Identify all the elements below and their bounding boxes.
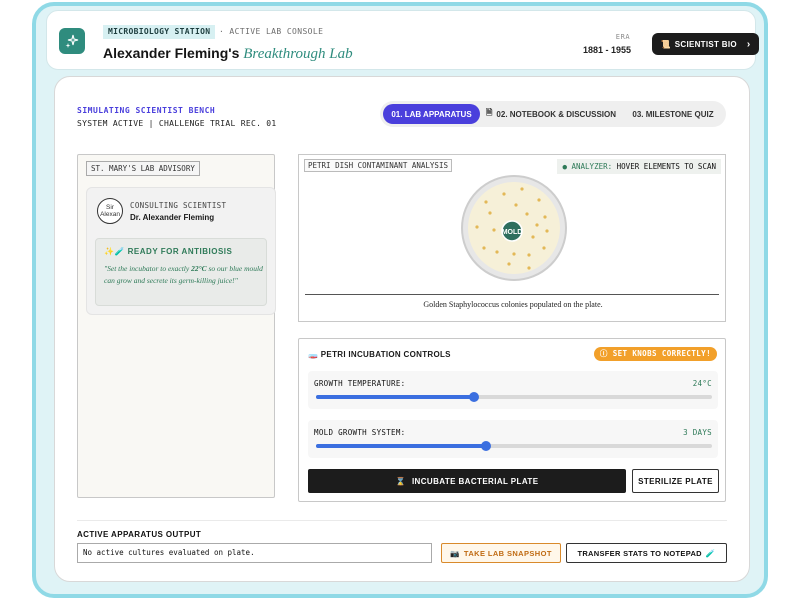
- temperature-slider-card: GROWTH TEMPERATURE: 24°C: [308, 371, 718, 409]
- analyzer-value: HOVER ELEMENTS TO SCAN: [616, 162, 716, 171]
- tab-milestone-quiz-label: 03. MILESTONE QUIZ: [632, 109, 714, 119]
- advisory-panel: ST. MARY'S LAB ADVISORY Sir Alexan CONSU…: [77, 154, 276, 498]
- app-header: MICROBIOLOGY STATION · ACTIVE LAB CONSOL…: [46, 10, 759, 70]
- incubate-plate-label: INCUBATE BACTERIAL PLATE: [411, 476, 539, 486]
- quote-temperature: 22°C: [191, 264, 207, 273]
- era-value: 1881 - 1955: [582, 45, 632, 55]
- apparatus-output-field[interactable]: No active cultures evaluated on plate.: [77, 543, 432, 563]
- ready-title-text: READY FOR ANTIBIOSIS: [127, 247, 233, 256]
- era-label: ERA: [615, 33, 631, 41]
- info-icon: ⓘ: [599, 349, 608, 358]
- tab-notebook-discussion[interactable]: 🗎 02. NOTEBOOK & DISCUSSION: [484, 104, 618, 124]
- consultant-role: CONSULTING SCIENTIST: [130, 201, 227, 210]
- temperature-slider-thumb[interactable]: [469, 392, 480, 402]
- advisor-quote: "Set the incubator to exactly 22°C so ou…: [104, 263, 264, 287]
- section-divider: [77, 520, 727, 521]
- avatar: Sir Alexan: [97, 198, 123, 224]
- mold-growth-slider-thumb[interactable]: [481, 441, 492, 451]
- temperature-slider[interactable]: [316, 392, 712, 402]
- page-title-accent: Breakthrough Lab: [243, 46, 353, 62]
- output-title: ACTIVE APPARATUS OUTPUT: [77, 530, 202, 539]
- incubation-controls-panel: 🧫 PETRI INCUBATION CONTROLS ⓘ SET KNOBS …: [298, 338, 726, 502]
- analyzer-status: ● ANALYZER: HOVER ELEMENTS TO SCAN: [557, 159, 721, 174]
- status-badge-text: SET KNOBS CORRECTLY!: [612, 349, 711, 358]
- petri-caption: Golden Staphylococcus colonies populated…: [423, 300, 603, 309]
- petri-label: PETRI DISH CONTAMINANT ANALYSIS: [304, 159, 452, 172]
- station-badge: MICROBIOLOGY STATION: [103, 25, 216, 39]
- camera-icon: 📷: [450, 548, 460, 558]
- tab-lab-apparatus[interactable]: 01. LAB APPARATUS: [383, 104, 480, 124]
- bench-title: SIMULATING SCIENTIST BENCH: [77, 106, 216, 115]
- mold-label: MOLD: [502, 229, 523, 236]
- app-frame: MICROBIOLOGY STATION · ACTIVE LAB CONSOL…: [32, 2, 768, 598]
- mold-growth-slider-card: MOLD GROWTH SYSTEM: 3 DAYS: [308, 420, 718, 458]
- consultant-name: Dr. Alexander Fleming: [130, 213, 215, 222]
- caption-divider: [305, 294, 719, 295]
- chevron-right-icon: ›: [746, 38, 751, 50]
- page-title-main: Alexander Fleming's: [103, 45, 240, 61]
- transfer-stats-label: TRANSFER STATS TO NOTEPAD: [577, 548, 702, 558]
- tab-bar: 01. LAB APPARATUS 🗎 02. NOTEBOOK & DISCU…: [380, 101, 726, 127]
- scientist-bio-button[interactable]: 📜 SCIENTIST BIO ›: [652, 33, 759, 55]
- temperature-value: 24°C: [692, 379, 712, 388]
- status-dot-icon: ●: [562, 162, 567, 171]
- sparkle-logo-icon: [59, 28, 85, 54]
- avatar-alt-text-line1: Sir: [106, 204, 114, 211]
- bench-subtitle: SYSTEM ACTIVE | CHALLENGE TRIAL REC. 01: [77, 119, 277, 128]
- hourglass-icon: ⌛: [395, 476, 406, 486]
- take-snapshot-label: TAKE LAB SNAPSHOT: [463, 548, 552, 558]
- incubate-plate-button[interactable]: ⌛ INCUBATE BACTERIAL PLATE: [308, 469, 626, 493]
- temperature-slider-fill: [316, 395, 475, 399]
- tab-lab-apparatus-label: 01. LAB APPARATUS: [391, 109, 472, 119]
- petri-dish[interactable]: MOLD: [459, 175, 569, 285]
- avatar-alt-text-line2: Alexan: [100, 211, 120, 218]
- status-badge: ⓘ SET KNOBS CORRECTLY!: [593, 347, 717, 361]
- controls-title: 🧫 PETRI INCUBATION CONTROLS: [308, 350, 451, 359]
- ready-for-antibiosis-box: ✨🧪 READY FOR ANTIBIOSIS "Set the incubat…: [95, 238, 267, 306]
- tab-notebook-discussion-label: 02. NOTEBOOK & DISCUSSION: [496, 109, 616, 119]
- mold-growth-slider[interactable]: [316, 441, 712, 451]
- petri-dish-panel: PETRI DISH CONTAMINANT ANALYSIS ● ANALYZ…: [298, 154, 726, 322]
- document-icon: 🗎: [485, 108, 493, 117]
- transfer-stats-button[interactable]: TRANSFER STATS TO NOTEPAD 🧪: [566, 543, 727, 563]
- test-tube-icon: 🧪: [705, 548, 716, 558]
- temperature-label: GROWTH TEMPERATURE:: [314, 379, 406, 388]
- mold-growth-slider-fill: [316, 444, 487, 448]
- ready-title: ✨🧪 READY FOR ANTIBIOSIS: [104, 247, 232, 256]
- analyzer-key: ANALYZER:: [571, 162, 613, 171]
- take-snapshot-button[interactable]: 📷 TAKE LAB SNAPSHOT: [441, 543, 561, 563]
- scroll-icon: 📜: [660, 39, 671, 49]
- sterilize-plate-button[interactable]: STERILIZE PLATE: [632, 469, 719, 493]
- mold-growth-value: 3 DAYS: [683, 428, 712, 437]
- console-label: · ACTIVE LAB CONSOLE: [219, 27, 324, 36]
- page-title: Alexander Fleming's Breakthrough Lab: [103, 45, 353, 63]
- consulting-scientist-card: Sir Alexan CONSULTING SCIENTIST Dr. Alex…: [86, 187, 276, 315]
- advisory-label: ST. MARY'S LAB ADVISORY: [86, 161, 200, 176]
- mold-growth-label: MOLD GROWTH SYSTEM:: [314, 428, 406, 437]
- lab-console-panel: SIMULATING SCIENTIST BENCH SYSTEM ACTIVE…: [54, 76, 750, 582]
- tab-milestone-quiz[interactable]: 03. MILESTONE QUIZ: [624, 104, 722, 124]
- scientist-bio-label: SCIENTIST BIO: [674, 39, 737, 49]
- controls-title-text: PETRI INCUBATION CONTROLS: [320, 350, 451, 359]
- quote-part-1: "Set the incubator to exactly: [104, 264, 192, 273]
- petri-dish-icon: 🧫: [308, 350, 319, 359]
- sparkle-test-tube-icon: ✨🧪: [104, 247, 125, 256]
